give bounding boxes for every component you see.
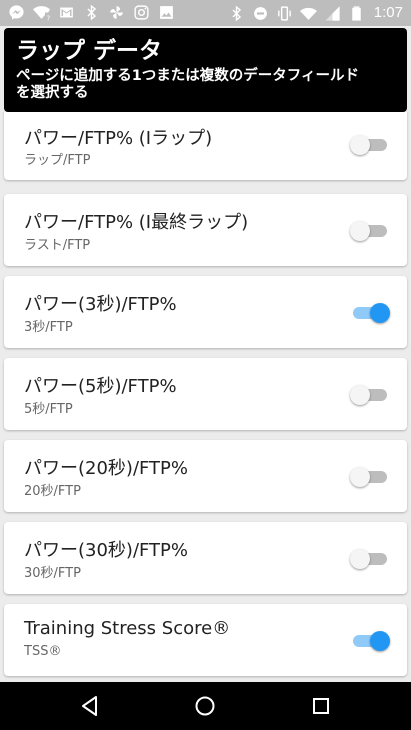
- status-bar-system: 1:07: [228, 4, 403, 22]
- wifi-icon: [299, 5, 317, 22]
- home-icon[interactable]: [193, 694, 217, 718]
- list-item-title: パワー(20秒)/FTP%: [24, 458, 189, 479]
- page-subtitle-line-1: ページに追加する1つまたは複数のデータフィールド: [16, 68, 360, 84]
- signal-icon: [324, 5, 341, 22]
- toggle-switch[interactable]: [350, 549, 387, 569]
- toggle-switch[interactable]: [350, 135, 387, 155]
- svg-text:?: ?: [46, 13, 50, 21]
- back-icon[interactable]: [78, 694, 102, 718]
- list-item-title: パワー/FTP% (I最終ラップ): [24, 212, 249, 233]
- status-bar: ? 1:07: [0, 0, 411, 26]
- toggle-thumb: [350, 467, 370, 487]
- list-item-title: Training Stress Score®: [24, 618, 231, 639]
- list-item-3s-power-ftp[interactable]: パワー(3秒)/FTP% 3秒/FTP: [4, 276, 407, 348]
- status-time: 1:07: [373, 4, 403, 21]
- wifi-question-icon: ?: [33, 4, 50, 21]
- status-bar-notifications: ?: [8, 4, 175, 21]
- list-item-5s-power-ftp[interactable]: パワー(5秒)/FTP% 5秒/FTP: [4, 358, 407, 430]
- gmail-icon: [58, 4, 75, 21]
- vibrate-icon: [276, 5, 293, 22]
- toggle-thumb: [370, 303, 390, 323]
- list-item-20s-power-ftp[interactable]: パワー(20秒)/FTP% 20秒/FTP: [4, 440, 407, 512]
- bluetooth-icon: [83, 4, 100, 21]
- page-subtitle: ページに追加する1つまたは複数のデータフィールド を選択する: [16, 68, 395, 102]
- toggle-switch[interactable]: [350, 467, 387, 487]
- toggle-thumb: [370, 631, 390, 651]
- list-item-subtitle: 3秒/FTP: [24, 320, 73, 335]
- list-item-title: パワー(30秒)/FTP%: [24, 540, 189, 561]
- list-item-subtitle: 30秒/FTP: [24, 566, 81, 581]
- list-item-training-stress-score[interactable]: Training Stress Score® TSS®: [4, 604, 407, 676]
- page-header: ラップ データ ページに追加する1つまたは複数のデータフィールド を選択する: [4, 28, 407, 112]
- messenger-icon: [8, 4, 25, 21]
- list-item-title: パワー(3秒)/FTP%: [24, 294, 177, 315]
- toggle-switch[interactable]: [353, 303, 390, 323]
- list-item-title: パワー/FTP% (Iラップ): [24, 128, 213, 149]
- list-item-subtitle: TSS®: [24, 644, 62, 659]
- list-item-subtitle: ラップ/FTP: [24, 153, 91, 168]
- toggle-switch[interactable]: [350, 221, 387, 241]
- toggle-switch[interactable]: [353, 631, 390, 651]
- list-item-subtitle: 20秒/FTP: [24, 484, 81, 499]
- page-subtitle-line-2: を選択する: [16, 85, 89, 101]
- toggle-thumb: [350, 385, 370, 405]
- toggle-thumb: [350, 549, 370, 569]
- data-field-list[interactable]: パワー/FTP% (Iラップ) ラップ/FTP パワー/FTP% (I最終ラップ…: [0, 112, 411, 682]
- page-title: ラップ データ: [16, 38, 163, 64]
- bluetooth-icon: [228, 5, 245, 22]
- instagram-icon: [133, 4, 150, 21]
- list-item-30s-power-ftp[interactable]: パワー(30秒)/FTP% 30秒/FTP: [4, 522, 407, 594]
- recents-icon[interactable]: [309, 694, 333, 718]
- image-icon: [158, 4, 175, 21]
- list-item-subtitle: ラスト/FTP: [24, 238, 91, 253]
- do-not-disturb-icon: [252, 5, 269, 22]
- battery-icon: [348, 5, 365, 22]
- toggle-thumb: [350, 135, 370, 155]
- list-item-lap-power-ftp[interactable]: パワー/FTP% (Iラップ) ラップ/FTP: [4, 112, 407, 180]
- list-item-subtitle: 5秒/FTP: [24, 402, 73, 417]
- toggle-switch[interactable]: [350, 385, 387, 405]
- pinwheel-icon: [108, 4, 125, 21]
- toggle-thumb: [350, 221, 370, 241]
- list-item-title: パワー(5秒)/FTP%: [24, 376, 177, 397]
- navigation-bar: [0, 682, 411, 730]
- list-item-last-lap-power-ftp[interactable]: パワー/FTP% (I最終ラップ) ラスト/FTP: [4, 194, 407, 266]
